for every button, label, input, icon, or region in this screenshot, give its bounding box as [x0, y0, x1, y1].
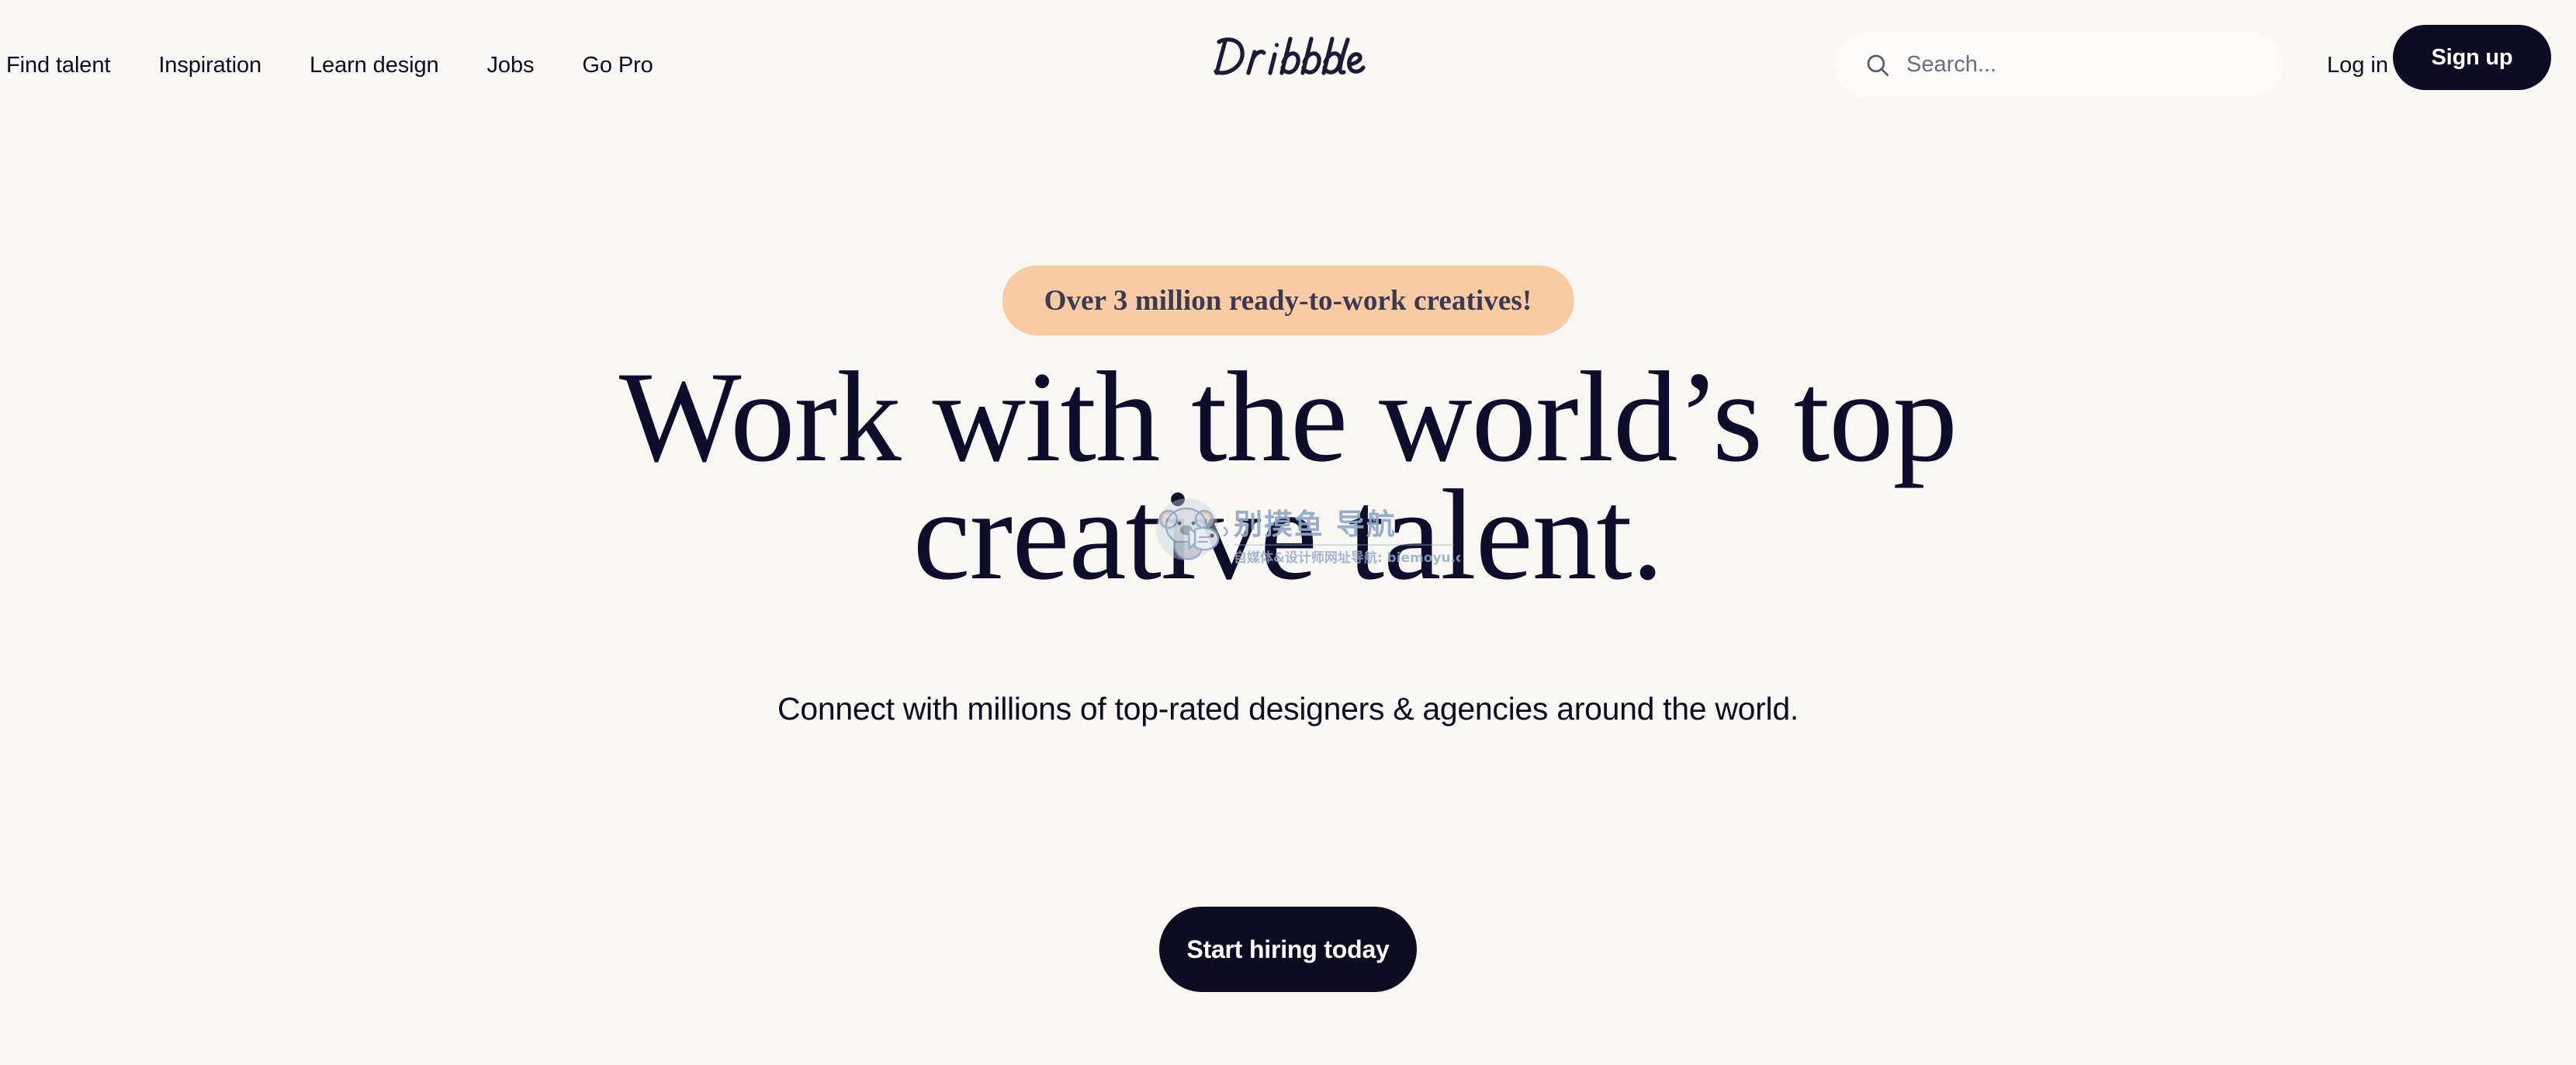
hero-section: Over 3 million ready-to-work creatives! … [0, 130, 2576, 1065]
hero-badge: Over 3 million ready-to-work creatives! [1002, 265, 1574, 335]
hero-cta-container: Start hiring today [0, 907, 2576, 992]
login-link[interactable]: Log in [2327, 54, 2388, 77]
nav-item-learn-design[interactable]: Learn design [310, 47, 439, 85]
hero-subtitle: Connect with millions of top-rated desig… [777, 691, 1799, 727]
search-box[interactable] [1833, 31, 2283, 99]
primary-navigation: Find talent Inspiration Learn design Job… [6, 0, 653, 130]
hero-badge-label: Over 3 million ready-to-work creatives! [1044, 284, 1532, 317]
start-hiring-today-button[interactable]: Start hiring today [1159, 907, 1417, 992]
hero-headline: Work with the world’s top creative talen… [0, 345, 2576, 607]
hero-headline-line-2: creative talent. [912, 463, 1664, 607]
search-icon [1867, 54, 1889, 76]
hero-headline-line-1: Work with the world’s top [618, 345, 1958, 489]
search-input[interactable] [1906, 52, 2248, 78]
nav-item-find-talent[interactable]: Find talent [6, 47, 110, 85]
site-header: Find talent Inspiration Learn design Job… [0, 0, 2576, 130]
nav-item-jobs[interactable]: Jobs [487, 47, 535, 85]
signup-button[interactable]: Sign up [2393, 25, 2551, 90]
nav-item-inspiration[interactable]: Inspiration [158, 47, 261, 85]
nav-item-go-pro[interactable]: Go Pro [582, 47, 653, 85]
dribbble-logo[interactable]: Dribbble [1207, 33, 1369, 81]
